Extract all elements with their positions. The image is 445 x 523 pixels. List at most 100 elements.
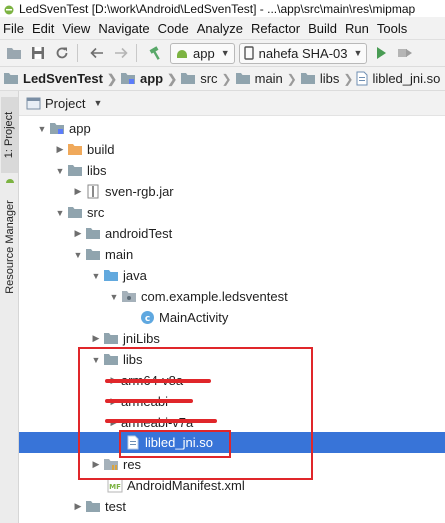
breadcrumb-item-app[interactable]: app ❯ [120, 71, 177, 86]
tree-node-main[interactable]: ▼ main [19, 244, 445, 265]
menu-tools[interactable]: Tools [374, 21, 412, 36]
tree-node-label: arm64-v8a [121, 373, 184, 388]
menu-refactor[interactable]: Refactor [248, 21, 305, 36]
tree-node-armeabi-v7a[interactable]: ▶ armeabi-v7a [19, 412, 445, 433]
run-button[interactable] [371, 43, 391, 63]
toolbar-separator [136, 44, 137, 62]
tree-node-package[interactable]: ▼ com.example.ledsventest [19, 286, 445, 307]
tree-node-libs[interactable]: ▼ libs [19, 160, 445, 181]
tree-node-main-libs[interactable]: ▼ libs [19, 349, 445, 370]
menu-file[interactable]: File [0, 21, 29, 36]
tab-project[interactable]: 1: Project [1, 97, 18, 173]
folder-icon [7, 48, 21, 59]
module-folder-icon [121, 73, 136, 84]
tree-node-mainactivity[interactable]: c MainActivity [19, 307, 445, 328]
collapse-arrow-icon[interactable]: ▶ [53, 139, 67, 160]
breadcrumb: LedSvenTest ❯ app ❯ src ❯ main ❯ libs ❯ … [0, 66, 445, 91]
menu-analyze[interactable]: Analyze [194, 21, 248, 36]
toolbar: app ▼ nahefa SHA-03 ▼ [0, 39, 445, 66]
chevron-right-icon: ❯ [343, 71, 354, 86]
tree-node-androidtest[interactable]: ▶ androidTest [19, 223, 445, 244]
folder-icon [235, 73, 250, 84]
menu-edit[interactable]: Edit [29, 21, 59, 36]
tree-node-jnilibs[interactable]: ▶ jniLibs [19, 328, 445, 349]
project-tree: ▼ app ▶ build ▼ libs ▶ sven-rgb.jar ▼ sr… [19, 116, 445, 523]
expand-arrow-icon[interactable]: ▼ [89, 349, 103, 370]
breadcrumb-item-file[interactable]: libled_jni.so [356, 71, 440, 86]
sync-icon [56, 47, 68, 59]
back-button[interactable] [87, 43, 107, 63]
tab-resource-manager-label: Resource Manager [3, 200, 16, 294]
collapse-arrow-icon[interactable]: ▶ [89, 328, 103, 349]
make-project-button[interactable] [146, 43, 166, 63]
breadcrumb-label: libled_jni.so [372, 71, 441, 86]
device-selector[interactable]: nahefa SHA-03 ▼ [238, 42, 368, 64]
sync-button[interactable] [52, 43, 72, 63]
collapse-arrow-icon[interactable]: ▶ [107, 370, 121, 391]
collapse-arrow-icon[interactable]: ▶ [71, 181, 85, 202]
expand-arrow-icon[interactable]: ▼ [71, 244, 85, 265]
manifest-file-icon: MF [107, 478, 123, 494]
tree-node-sven-rgb-jar[interactable]: ▶ sven-rgb.jar [19, 181, 445, 202]
collapse-arrow-icon[interactable]: ▶ [107, 391, 121, 412]
folder-icon [300, 73, 315, 84]
collapse-arrow-icon[interactable]: ▶ [71, 496, 85, 517]
menu-code[interactable]: Code [155, 21, 194, 36]
tree-node-src[interactable]: ▼ src [19, 202, 445, 223]
collapse-arrow-icon[interactable]: ▶ [89, 454, 103, 475]
tree-node-label: armeabi [121, 394, 168, 409]
open-folder-button[interactable] [4, 43, 24, 63]
apply-changes-button[interactable] [395, 43, 415, 63]
tree-node-label: com.example.ledsventest [141, 289, 288, 304]
expand-arrow-icon[interactable]: ▼ [89, 265, 103, 286]
save-button[interactable] [28, 43, 48, 63]
breadcrumb-item-libs[interactable]: libs ❯ [300, 71, 354, 86]
tree-node-res[interactable]: ▶ res [19, 454, 445, 475]
tree-node-label: app [69, 121, 91, 136]
module-selector[interactable]: app ▼ [170, 42, 235, 64]
tree-node-libled-jni[interactable]: libled_jni.so [19, 432, 445, 453]
chevron-right-icon: ❯ [167, 71, 178, 86]
menu-navigate[interactable]: Navigate [95, 21, 154, 36]
tree-node-arm64-v8a[interactable]: ▶ arm64-v8a [19, 370, 445, 391]
tree-node-manifest[interactable]: MF AndroidManifest.xml [19, 475, 445, 496]
menu-build[interactable]: Build [305, 21, 342, 36]
svg-text:MF: MF [109, 483, 121, 491]
collapse-arrow-icon[interactable]: ▶ [71, 223, 85, 244]
tree-node-test[interactable]: ▶ test [19, 496, 445, 517]
collapse-arrow-icon[interactable]: ▶ [107, 412, 121, 433]
folder-icon [4, 73, 18, 84]
expand-arrow-icon[interactable]: ▼ [53, 202, 67, 223]
menu-run[interactable]: Run [342, 21, 374, 36]
module-selector-label: app [193, 45, 215, 61]
resource-folder-icon [103, 457, 119, 473]
folder-icon [103, 331, 119, 347]
tree-node-armeabi[interactable]: ▶ armeabi [19, 391, 445, 412]
chevron-down-icon: ▼ [353, 48, 363, 58]
folder-icon [67, 205, 83, 221]
expand-arrow-icon[interactable]: ▼ [53, 160, 67, 181]
tab-resource-manager[interactable]: Resource Manager [1, 191, 18, 303]
breadcrumb-label: app [140, 71, 164, 86]
expand-arrow-icon[interactable]: ▼ [35, 118, 49, 139]
tree-node-app[interactable]: ▼ app [19, 118, 445, 139]
tree-node-java[interactable]: ▼ java [19, 265, 445, 286]
menu-view[interactable]: View [59, 21, 95, 36]
chevron-down-icon[interactable]: ▼ [93, 98, 102, 108]
project-view-selector[interactable]: Project [45, 96, 85, 111]
binary-file-icon [356, 71, 368, 86]
chevron-right-icon: ❯ [221, 71, 232, 86]
arrow-right-icon [115, 47, 128, 59]
tree-node-build[interactable]: ▶ build [19, 139, 445, 160]
forward-button[interactable] [111, 43, 131, 63]
apply-changes-icon [398, 49, 413, 57]
breadcrumb-item-project[interactable]: LedSvenTest ❯ [3, 71, 117, 86]
breadcrumb-label: src [200, 71, 218, 86]
binary-file-icon [125, 435, 141, 451]
folder-icon [103, 352, 119, 368]
expand-arrow-icon[interactable]: ▼ [107, 286, 121, 307]
breadcrumb-item-src[interactable]: src ❯ [180, 71, 232, 86]
svg-text:c: c [144, 314, 149, 324]
tree-node-label: MainActivity [159, 310, 229, 325]
breadcrumb-item-main[interactable]: main ❯ [235, 71, 297, 86]
